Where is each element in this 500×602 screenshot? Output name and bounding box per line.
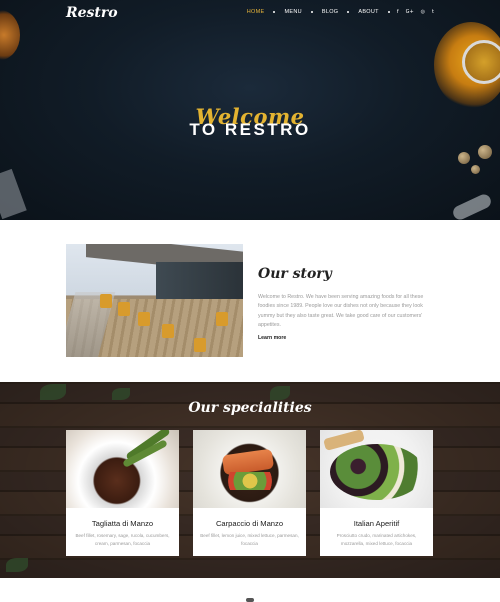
learn-more-link[interactable]: Learn more [258, 335, 286, 341]
nav-separator [387, 11, 390, 13]
facebook-icon[interactable]: f [397, 9, 399, 15]
leaf-decor [6, 558, 28, 572]
main-nav: HOME MENU BLOG ABOUT f G+ ◎ t [238, 9, 434, 15]
leaf-decor [112, 388, 130, 400]
story-section: Our story Welcome to Restro. We have bee… [0, 220, 500, 382]
hero-decor-bowl [462, 40, 500, 84]
story-title: Our story [258, 266, 332, 282]
hero-decor-seed [478, 145, 492, 159]
hero-decor-board [0, 168, 27, 220]
twitter-icon[interactable]: t [432, 9, 434, 15]
nav-separator [310, 11, 313, 13]
site-logo[interactable]: Restro [66, 5, 118, 21]
dish-photo [66, 430, 179, 508]
hero-decor-left [0, 10, 20, 60]
hero-decor-seed [458, 152, 470, 164]
story-text: Welcome to Restro. We have been serving … [258, 294, 424, 329]
specialities-title: Our specialities [188, 400, 312, 416]
nav-separator [273, 11, 276, 13]
hero-decor-spoon [450, 192, 494, 220]
nav-item-about[interactable]: ABOUT [358, 9, 378, 15]
instagram-icon[interactable]: ◎ [421, 9, 425, 15]
dish-photo [320, 430, 433, 508]
dish-name: Tagliatta di Manzo [91, 519, 154, 528]
section-mark [246, 598, 254, 602]
speciality-card[interactable]: Italian Aperitif Prosciutto crudo, marin… [320, 430, 433, 556]
google-plus-icon[interactable]: G+ [406, 9, 414, 15]
dish-description: Prosciutto crudo, marinated artichokes, … [336, 533, 417, 546]
nav-item-blog[interactable]: BLOG [322, 9, 338, 15]
dish-description: Beef fillet, rosemary, sage, rucola, cuc… [75, 533, 170, 546]
hero-decor-seed [471, 165, 480, 174]
speciality-card[interactable]: Carpaccio di Manzo Beef fillet, lemon ju… [193, 430, 306, 556]
dish-photo [193, 430, 306, 508]
story-image [66, 244, 243, 357]
speciality-card[interactable]: Tagliatta di Manzo Beef fillet, rosemary… [66, 430, 179, 556]
nav-item-menu[interactable]: MENU [284, 9, 301, 15]
leaf-decor [40, 384, 66, 400]
dish-name: Italian Aperitif [353, 519, 400, 528]
leaf-decor [270, 386, 290, 400]
hero-title: TO RESTRO [189, 120, 311, 139]
next-section-edge [0, 578, 500, 602]
nav-item-home[interactable]: HOME [247, 9, 265, 15]
hero-banner: Restro HOME MENU BLOG ABOUT f G+ ◎ t Wel… [0, 0, 500, 220]
specialities-section: Our specialities Tagliatta di Manzo Beef… [0, 382, 500, 578]
dish-description: Beef fillet, lemon juice, mixed lettuce,… [200, 533, 299, 546]
dish-name: Carpaccio di Manzo [215, 519, 284, 528]
nav-separator [347, 11, 350, 13]
